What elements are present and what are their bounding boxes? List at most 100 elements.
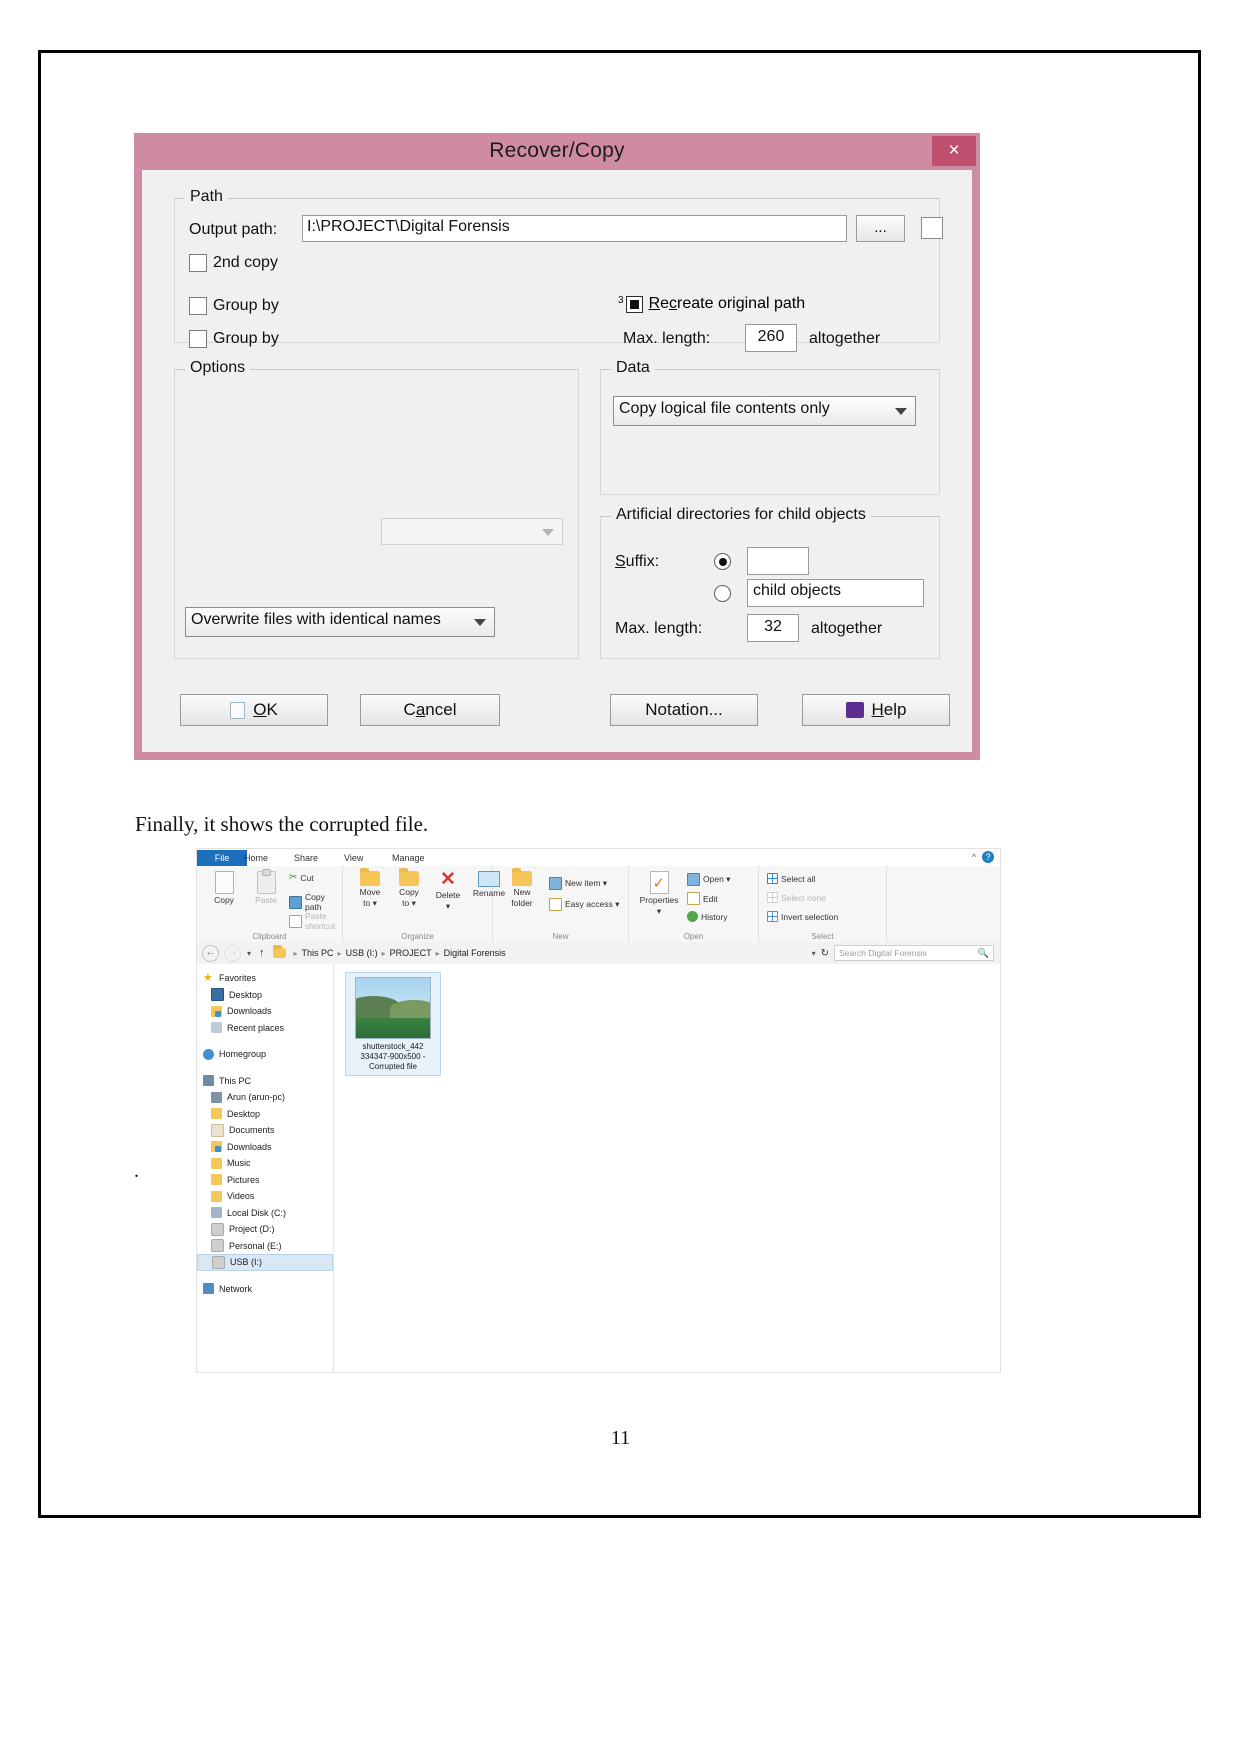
data-group-legend: Data <box>611 359 655 377</box>
delete-button[interactable]: ✕ Delete ▾ <box>427 870 469 911</box>
browse-button[interactable]: ... <box>856 215 905 242</box>
history-icon <box>687 911 698 922</box>
tab-manage[interactable]: Manage <box>385 850 432 866</box>
options-secondary-dropdown[interactable] <box>381 518 563 545</box>
file-name-label: shutterstock_442 334347-900x500 - Corrup… <box>349 1042 437 1072</box>
sidebar-item-project-d[interactable]: Project (D:) <box>197 1221 333 1238</box>
back-icon[interactable]: ← <box>202 944 219 962</box>
output-path-extra-checkbox[interactable] <box>921 217 943 239</box>
paste-icon <box>256 869 276 894</box>
recent-places-icon <box>211 1022 222 1034</box>
paste-shortcut-button[interactable]: Paste shortcut <box>289 911 342 931</box>
new-folder-button[interactable]: New folder <box>501 868 543 908</box>
sidebar-item-recent-places[interactable]: Recent places <box>197 1020 333 1037</box>
history-label: History <box>701 911 728 922</box>
sidebar-item-downloads-fav[interactable]: Downloads <box>197 1003 333 1020</box>
copy-button[interactable]: Copy <box>203 869 245 905</box>
notation-button[interactable]: Notation... <box>610 694 758 726</box>
sidebar-item-desktop-fav[interactable]: Desktop <box>197 987 333 1004</box>
close-icon[interactable]: × <box>932 136 976 166</box>
ribbon: Copy Paste ✂ Cut Copy path Paste shortcu… <box>197 866 1000 943</box>
properties-button[interactable]: Properties ▾ <box>635 871 683 916</box>
sidebar-item-this-pc[interactable]: This PC <box>197 1073 333 1090</box>
group-by-1-checkbox-row[interactable]: Group by <box>189 297 279 315</box>
search-input[interactable]: Search Digital Forensis 🔍 <box>834 945 994 961</box>
second-copy-checkbox-row[interactable]: 2nd copy <box>189 254 278 272</box>
breadcrumb-this-pc[interactable]: This PC <box>302 948 334 958</box>
group-by-2-checkbox[interactable] <box>189 330 207 348</box>
properties-label: Properties <box>639 895 679 905</box>
copy-icon <box>211 869 234 894</box>
sidebar-item-pictures[interactable]: Pictures <box>197 1172 333 1189</box>
forward-icon[interactable]: → <box>224 944 241 962</box>
sidebar-item-homegroup[interactable]: Homegroup <box>197 1046 333 1063</box>
invert-selection-label: Invert selection <box>781 911 839 922</box>
sidebar-item-personal-e[interactable]: Personal (E:) <box>197 1238 333 1255</box>
second-copy-checkbox[interactable] <box>189 254 207 272</box>
cancel-button[interactable]: Cancel <box>360 694 500 726</box>
suffix-radio[interactable] <box>714 553 731 570</box>
recreate-original-path-row[interactable]: 3 Recreate original path <box>618 295 805 313</box>
open-button[interactable]: Open ▾ <box>687 873 730 886</box>
group-by-2-checkbox-row[interactable]: Group by <box>189 330 279 348</box>
edit-button[interactable]: Edit <box>687 892 718 905</box>
chevron-down-icon[interactable]: ▾ <box>812 949 816 958</box>
sidebar-item-usb-i[interactable]: USB (I:) <box>197 1254 333 1271</box>
breadcrumb-project[interactable]: PROJECT <box>390 948 432 958</box>
path-max-length-input[interactable]: 260 <box>745 324 797 352</box>
tab-view[interactable]: View <box>337 850 370 866</box>
list-item[interactable]: shutterstock_442 334347-900x500 - Corrup… <box>345 972 441 1076</box>
breadcrumb-digital-forensis[interactable]: Digital Forensis <box>444 948 506 958</box>
sidebar-item-videos[interactable]: Videos <box>197 1188 333 1205</box>
this-pc-icon <box>203 1075 214 1087</box>
select-all-button[interactable]: Select all <box>767 873 816 884</box>
ok-button[interactable]: OK <box>180 694 328 726</box>
child-objects-radio[interactable] <box>714 585 731 602</box>
sidebar-item-local-disk-c[interactable]: Local Disk (C:) <box>197 1205 333 1222</box>
sidebar-item-desktop[interactable]: Desktop <box>197 1106 333 1123</box>
suffix-input[interactable] <box>747 547 809 575</box>
cut-button[interactable]: ✂ Cut <box>289 873 314 884</box>
dialog-title: Recover/Copy <box>489 139 625 162</box>
invert-selection-button[interactable]: Invert selection <box>767 911 838 922</box>
tab-share[interactable]: Share <box>287 850 325 866</box>
output-path-label: Output path: <box>189 221 278 238</box>
breadcrumb-sep: ▸ <box>337 948 342 958</box>
breadcrumb-sep: ▸ <box>381 948 386 958</box>
new-item-button[interactable]: New item ▾ <box>549 877 607 890</box>
new-item-label: New item ▾ <box>565 878 608 888</box>
output-path-input[interactable]: I:\PROJECT\Digital Forensis <box>302 215 847 242</box>
network-icon <box>203 1283 214 1295</box>
copy-to-button[interactable]: Copy to ▾ <box>388 868 430 908</box>
copy-icon <box>227 699 246 721</box>
copy-path-button[interactable]: Copy path <box>289 892 342 912</box>
tab-home[interactable]: Home <box>237 850 275 866</box>
move-to-button[interactable]: Move to ▾ <box>349 868 391 908</box>
recent-locations-icon[interactable]: ▾ <box>247 949 251 958</box>
organize-group-label: Organize <box>401 932 434 941</box>
sidebar-item-favorites[interactable]: ★ Favorites <box>197 970 333 987</box>
help-icon[interactable]: ? <box>982 851 994 863</box>
overwrite-mode-dropdown[interactable]: Overwrite files with identical names <box>185 607 495 637</box>
easy-access-button[interactable]: Easy access ▾ <box>549 898 619 911</box>
breadcrumb: ▸ This PC ▸ USB (I:) ▸ PROJECT ▸ Digital… <box>294 948 506 958</box>
select-none-button[interactable]: Select none <box>767 892 826 903</box>
sidebar-item-documents[interactable]: Documents <box>197 1122 333 1139</box>
recreate-original-path-checkbox[interactable] <box>625 295 643 313</box>
refresh-icon[interactable]: ↻ <box>821 948 829 959</box>
history-button[interactable]: History <box>687 911 727 922</box>
breadcrumb-sep: ▸ <box>435 948 440 958</box>
help-button[interactable]: Help <box>802 694 950 726</box>
sidebar-item-downloads[interactable]: Downloads <box>197 1139 333 1156</box>
group-by-1-checkbox[interactable] <box>189 297 207 315</box>
up-icon[interactable]: ↑ <box>259 947 265 959</box>
artificial-max-length-input[interactable]: 32 <box>747 614 799 642</box>
copy-mode-dropdown[interactable]: Copy logical file contents only <box>613 396 916 426</box>
paste-button[interactable]: Paste <box>245 869 287 905</box>
sidebar-item-network[interactable]: Network <box>197 1281 333 1298</box>
child-objects-input[interactable]: child objects <box>747 579 924 607</box>
breadcrumb-usb[interactable]: USB (I:) <box>346 948 378 958</box>
chevron-up-icon[interactable]: ^ <box>972 852 976 862</box>
sidebar-item-music[interactable]: Music <box>197 1155 333 1172</box>
sidebar-item-arun[interactable]: Arun (arun-pc) <box>197 1089 333 1106</box>
